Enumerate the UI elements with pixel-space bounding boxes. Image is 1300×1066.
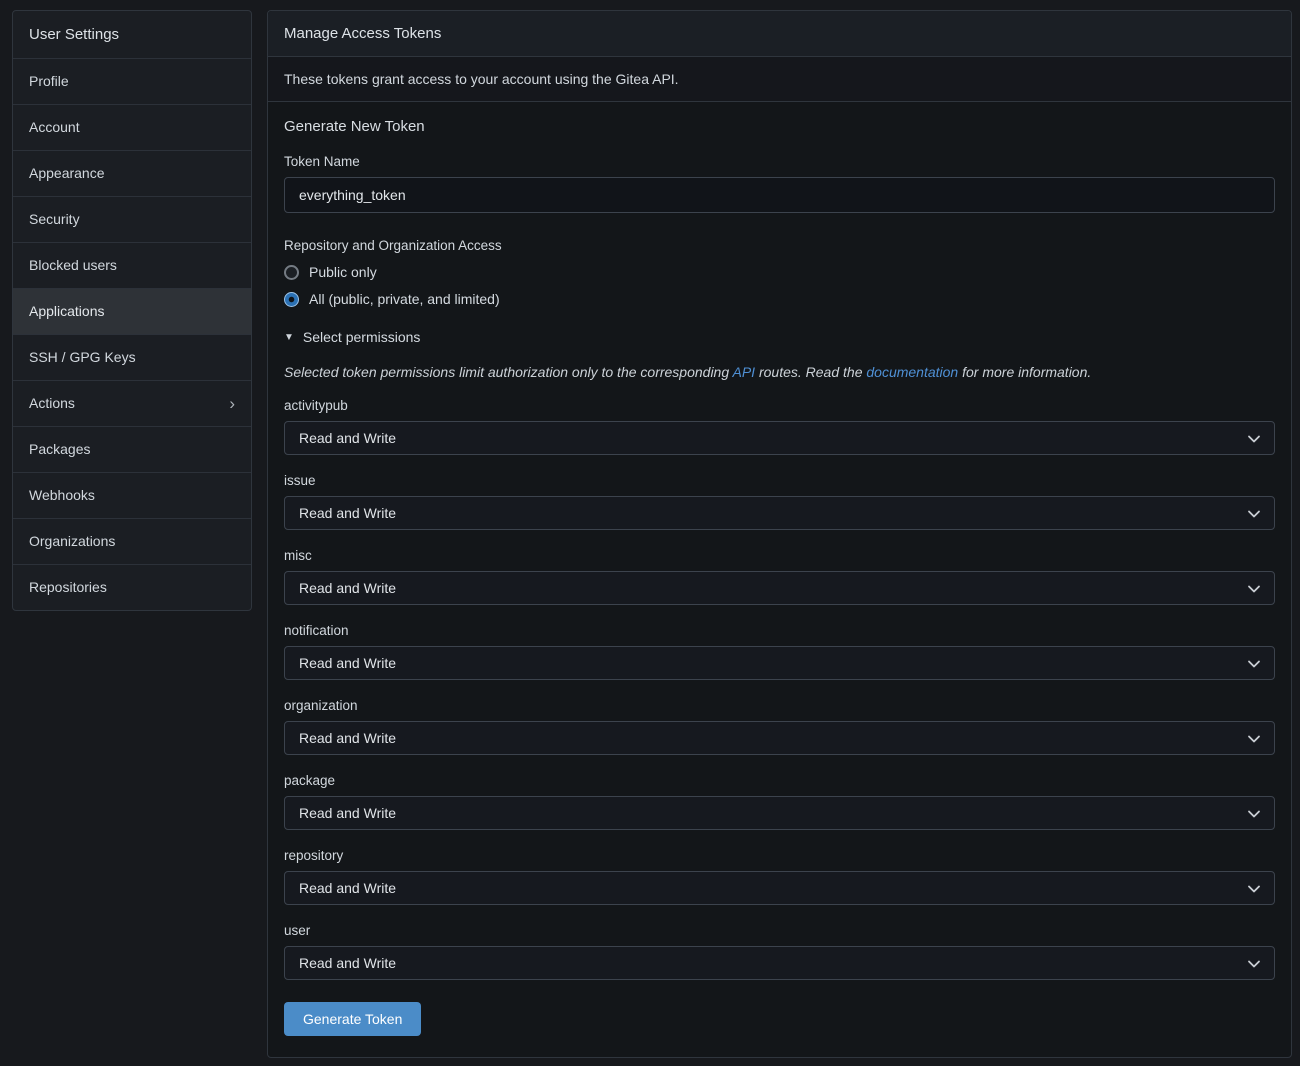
sidebar-item-label: Actions [29, 394, 75, 413]
sidebar-item-label: Webhooks [29, 486, 95, 505]
permission-select-activitypub[interactable]: Read and Write [284, 421, 1275, 455]
select-permissions-label: Select permissions [303, 329, 421, 345]
sidebar-item-label: Security [29, 210, 80, 229]
tokens-description: These tokens grant access to your accoun… [268, 57, 1291, 102]
permission-selects: activitypub Read and Write issue Read and W… [284, 398, 1275, 980]
chevron-down-icon [1247, 733, 1261, 745]
settings-sidebar: User Settings Profile Account Appearance Se… [12, 10, 252, 611]
sidebar-item-label: SSH / GPG Keys [29, 348, 136, 367]
radio-unselected-icon[interactable] [284, 265, 299, 280]
sidebar-item-actions[interactable]: Actions › [13, 380, 251, 426]
radio-label: Public only [309, 264, 377, 280]
permission-name: notification [284, 623, 1275, 638]
sidebar-item-ssh-gpg-keys[interactable]: SSH / GPG Keys [13, 334, 251, 380]
sidebar-item-blocked-users[interactable]: Blocked users [13, 242, 251, 288]
radio-label: All (public, private, and limited) [309, 291, 500, 307]
permission-name: misc [284, 548, 1275, 563]
selected-option-label: Read and Write [299, 430, 396, 446]
access-radio-all-public-private-and-limited[interactable]: All (public, private, and limited) [284, 290, 1275, 308]
chevron-down-icon [1247, 658, 1261, 670]
sidebar-item-profile[interactable]: Profile [13, 58, 251, 104]
access-radio-group: Public only All (public, private, and lim… [284, 263, 1275, 308]
sidebar-nav: Profile Account Appearance Security Blocked … [13, 58, 251, 610]
chevron-down-icon [1247, 508, 1261, 520]
chevron-down-icon [1247, 958, 1261, 970]
chevron-down-icon [1247, 433, 1261, 445]
permission-group-activitypub: activitypub Read and Write [284, 398, 1275, 455]
selected-option-label: Read and Write [299, 880, 396, 896]
chevron-down-icon [1247, 883, 1261, 895]
permission-select-repository[interactable]: Read and Write [284, 871, 1275, 905]
note-text: routes. Read the [755, 364, 866, 380]
sidebar-item-appearance[interactable]: Appearance [13, 150, 251, 196]
permission-group-user: user Read and Write [284, 923, 1275, 980]
generate-token-form: Generate New Token Token Name Repository… [268, 102, 1291, 1057]
sidebar-item-packages[interactable]: Packages [13, 426, 251, 472]
sidebar-item-label: Appearance [29, 164, 105, 183]
sidebar-item-applications[interactable]: Applications [13, 288, 251, 334]
sidebar-item-label: Account [29, 118, 80, 137]
token-name-label: Token Name [284, 154, 1275, 169]
documentation-link[interactable]: documentation [866, 364, 958, 380]
permission-select-organization[interactable]: Read and Write [284, 721, 1275, 755]
permission-name: organization [284, 698, 1275, 713]
permission-group-notification: notification Read and Write [284, 623, 1275, 680]
manage-tokens-panel: Manage Access Tokens These tokens grant … [267, 10, 1292, 1058]
selected-option-label: Read and Write [299, 730, 396, 746]
selected-option-label: Read and Write [299, 805, 396, 821]
selected-option-label: Read and Write [299, 580, 396, 596]
sidebar-item-label: Blocked users [29, 256, 117, 275]
panel-title: Manage Access Tokens [268, 11, 1291, 57]
sidebar-item-webhooks[interactable]: Webhooks [13, 472, 251, 518]
permission-name: repository [284, 848, 1275, 863]
permission-select-user[interactable]: Read and Write [284, 946, 1275, 980]
sidebar-item-label: Repositories [29, 578, 107, 597]
permission-group-package: package Read and Write [284, 773, 1275, 830]
permission-name: package [284, 773, 1275, 788]
note-text: Selected token permissions limit authori… [284, 364, 733, 380]
sidebar-item-label: Profile [29, 72, 69, 91]
selected-option-label: Read and Write [299, 955, 396, 971]
radio-selected-icon[interactable] [284, 292, 299, 307]
sidebar-item-label: Applications [29, 302, 105, 321]
sidebar-item-organizations[interactable]: Organizations [13, 518, 251, 564]
note-text: for more information. [958, 364, 1091, 380]
permission-name: issue [284, 473, 1275, 488]
generate-token-button[interactable]: Generate Token [284, 1002, 421, 1036]
sidebar-item-label: Packages [29, 440, 90, 459]
permission-select-notification[interactable]: Read and Write [284, 646, 1275, 680]
permission-group-issue: issue Read and Write [284, 473, 1275, 530]
select-permissions-toggle[interactable]: ▼ Select permissions [284, 329, 1275, 345]
permission-select-misc[interactable]: Read and Write [284, 571, 1275, 605]
access-radio-public-only[interactable]: Public only [284, 263, 1275, 281]
access-section-label: Repository and Organization Access [284, 238, 1275, 253]
chevron-down-icon [1247, 583, 1261, 595]
sidebar-item-repositories[interactable]: Repositories [13, 564, 251, 610]
sidebar-title: User Settings [13, 11, 251, 58]
permission-group-organization: organization Read and Write [284, 698, 1275, 755]
triangle-down-icon: ▼ [284, 332, 294, 343]
permission-group-misc: misc Read and Write [284, 548, 1275, 605]
sidebar-item-security[interactable]: Security [13, 196, 251, 242]
permissions-note: Selected token permissions limit authori… [284, 364, 1275, 380]
chevron-down-icon [1247, 808, 1261, 820]
chevron-right-icon: › [229, 397, 235, 411]
permission-name: user [284, 923, 1275, 938]
selected-option-label: Read and Write [299, 505, 396, 521]
selected-option-label: Read and Write [299, 655, 396, 671]
token-name-input[interactable] [284, 177, 1275, 213]
permission-select-issue[interactable]: Read and Write [284, 496, 1275, 530]
form-heading: Generate New Token [284, 118, 1275, 135]
api-link[interactable]: API [733, 364, 756, 380]
permission-select-package[interactable]: Read and Write [284, 796, 1275, 830]
permission-group-repository: repository Read and Write [284, 848, 1275, 905]
sidebar-item-label: Organizations [29, 532, 115, 551]
sidebar-item-account[interactable]: Account [13, 104, 251, 150]
permission-name: activitypub [284, 398, 1275, 413]
